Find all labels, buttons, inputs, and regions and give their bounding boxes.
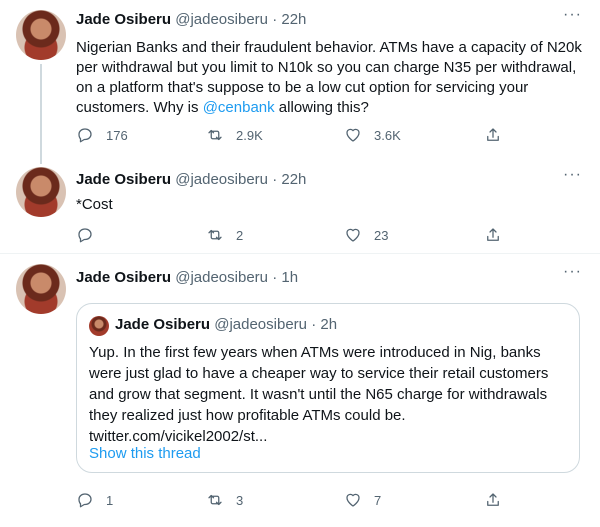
like-count: 7: [374, 492, 382, 508]
tweet-text: Nigerian Banks and their fraudulent beha…: [76, 38, 584, 118]
dot-separator: ·: [311, 316, 317, 333]
share-icon: [487, 128, 499, 141]
retweet-button[interactable]: 2.9K: [206, 125, 263, 145]
timestamp[interactable]: 1h: [281, 269, 298, 286]
tweet-1[interactable]: Jade Osiberu @jadeosiberu · 22h ··· Nige…: [0, 0, 600, 164]
dot-separator: ·: [272, 11, 278, 28]
author-name[interactable]: Jade Osiberu: [76, 11, 171, 28]
show-thread-link[interactable]: Show this thread: [89, 445, 201, 462]
retweet-count: 3: [236, 492, 244, 508]
tweet-2[interactable]: Jade Osiberu @jadeosiberu · 22h ··· *Cos…: [0, 163, 600, 253]
like-count: 23: [374, 227, 389, 243]
dot-separator: ·: [272, 171, 278, 188]
reply-button[interactable]: 1: [76, 490, 113, 510]
like-button[interactable]: 23: [344, 225, 388, 245]
tweet-text: *Cost: [76, 196, 113, 213]
like-count: 3.6K: [374, 127, 401, 143]
tweet-header: Jade Osiberu @jadeosiberu · 22h: [76, 171, 306, 188]
timestamp[interactable]: 22h: [281, 171, 306, 188]
retweet-icon: [208, 229, 222, 241]
share-button[interactable]: [484, 125, 514, 145]
action-bar: 1 3 7: [76, 490, 516, 510]
retweet-count: 2: [236, 227, 244, 243]
avatar[interactable]: [16, 264, 66, 314]
heart-icon: [346, 228, 360, 242]
tweet-header: Jade Osiberu @jadeosiberu · 1h: [76, 269, 298, 286]
author-name[interactable]: Jade Osiberu: [76, 171, 171, 188]
quoted-tweet-card[interactable]: Jade Osiberu @jadeosiberu · 2h Yup. In t…: [76, 303, 580, 473]
action-bar: 176 2.9K 3.6K: [76, 125, 516, 145]
tweet-header: Jade Osiberu @jadeosiberu · 22h: [76, 11, 306, 28]
heart-icon: [346, 493, 360, 507]
share-button[interactable]: [484, 225, 514, 245]
quoted-author-handle: @jadeosiberu: [214, 316, 308, 333]
author-handle[interactable]: @jadeosiberu: [175, 11, 268, 28]
mention-link[interactable]: @cenbank: [203, 99, 275, 116]
tweet-text-part: allowing this?: [274, 99, 369, 116]
quoted-tweet-header: Jade Osiberu @jadeosiberu · 2h: [115, 316, 337, 333]
author-name[interactable]: Jade Osiberu: [76, 269, 171, 286]
reply-button[interactable]: 176: [76, 125, 128, 145]
retweet-count: 2.9K: [236, 127, 263, 143]
tweet-divider: [0, 253, 600, 254]
share-button[interactable]: [484, 490, 514, 510]
thread-connector-line: [40, 64, 42, 164]
retweet-button[interactable]: 3: [206, 490, 243, 510]
reply-count: 176: [106, 127, 128, 143]
avatar[interactable]: [16, 10, 66, 60]
reply-count: 1: [106, 492, 114, 508]
quoted-timestamp: 2h: [320, 316, 338, 333]
reply-icon: [78, 228, 92, 243]
share-icon: [487, 493, 499, 506]
quoted-tweet-text: Yup. In the first few years when ATMs we…: [89, 344, 549, 445]
heart-icon: [346, 128, 360, 142]
action-bar: 2 23: [76, 225, 516, 245]
share-icon: [487, 228, 499, 241]
author-handle[interactable]: @jadeosiberu: [175, 269, 268, 286]
reply-icon: [78, 128, 92, 143]
more-options-icon[interactable]: ···: [563, 6, 582, 24]
dot-separator: ·: [272, 269, 278, 286]
author-handle[interactable]: @jadeosiberu: [175, 171, 268, 188]
retweet-icon: [208, 494, 222, 506]
more-options-icon[interactable]: ···: [563, 263, 582, 281]
retweet-icon: [208, 129, 222, 141]
retweet-button[interactable]: 2: [206, 225, 243, 245]
avatar[interactable]: [16, 167, 66, 217]
reply-icon: [78, 493, 92, 508]
reply-button[interactable]: [76, 225, 106, 245]
like-button[interactable]: 7: [344, 490, 381, 510]
quoted-author-name: Jade Osiberu: [115, 316, 211, 333]
more-options-icon[interactable]: ···: [563, 166, 582, 184]
timestamp[interactable]: 22h: [281, 11, 306, 28]
like-button[interactable]: 3.6K: [344, 125, 401, 145]
quoted-avatar: [89, 316, 109, 336]
